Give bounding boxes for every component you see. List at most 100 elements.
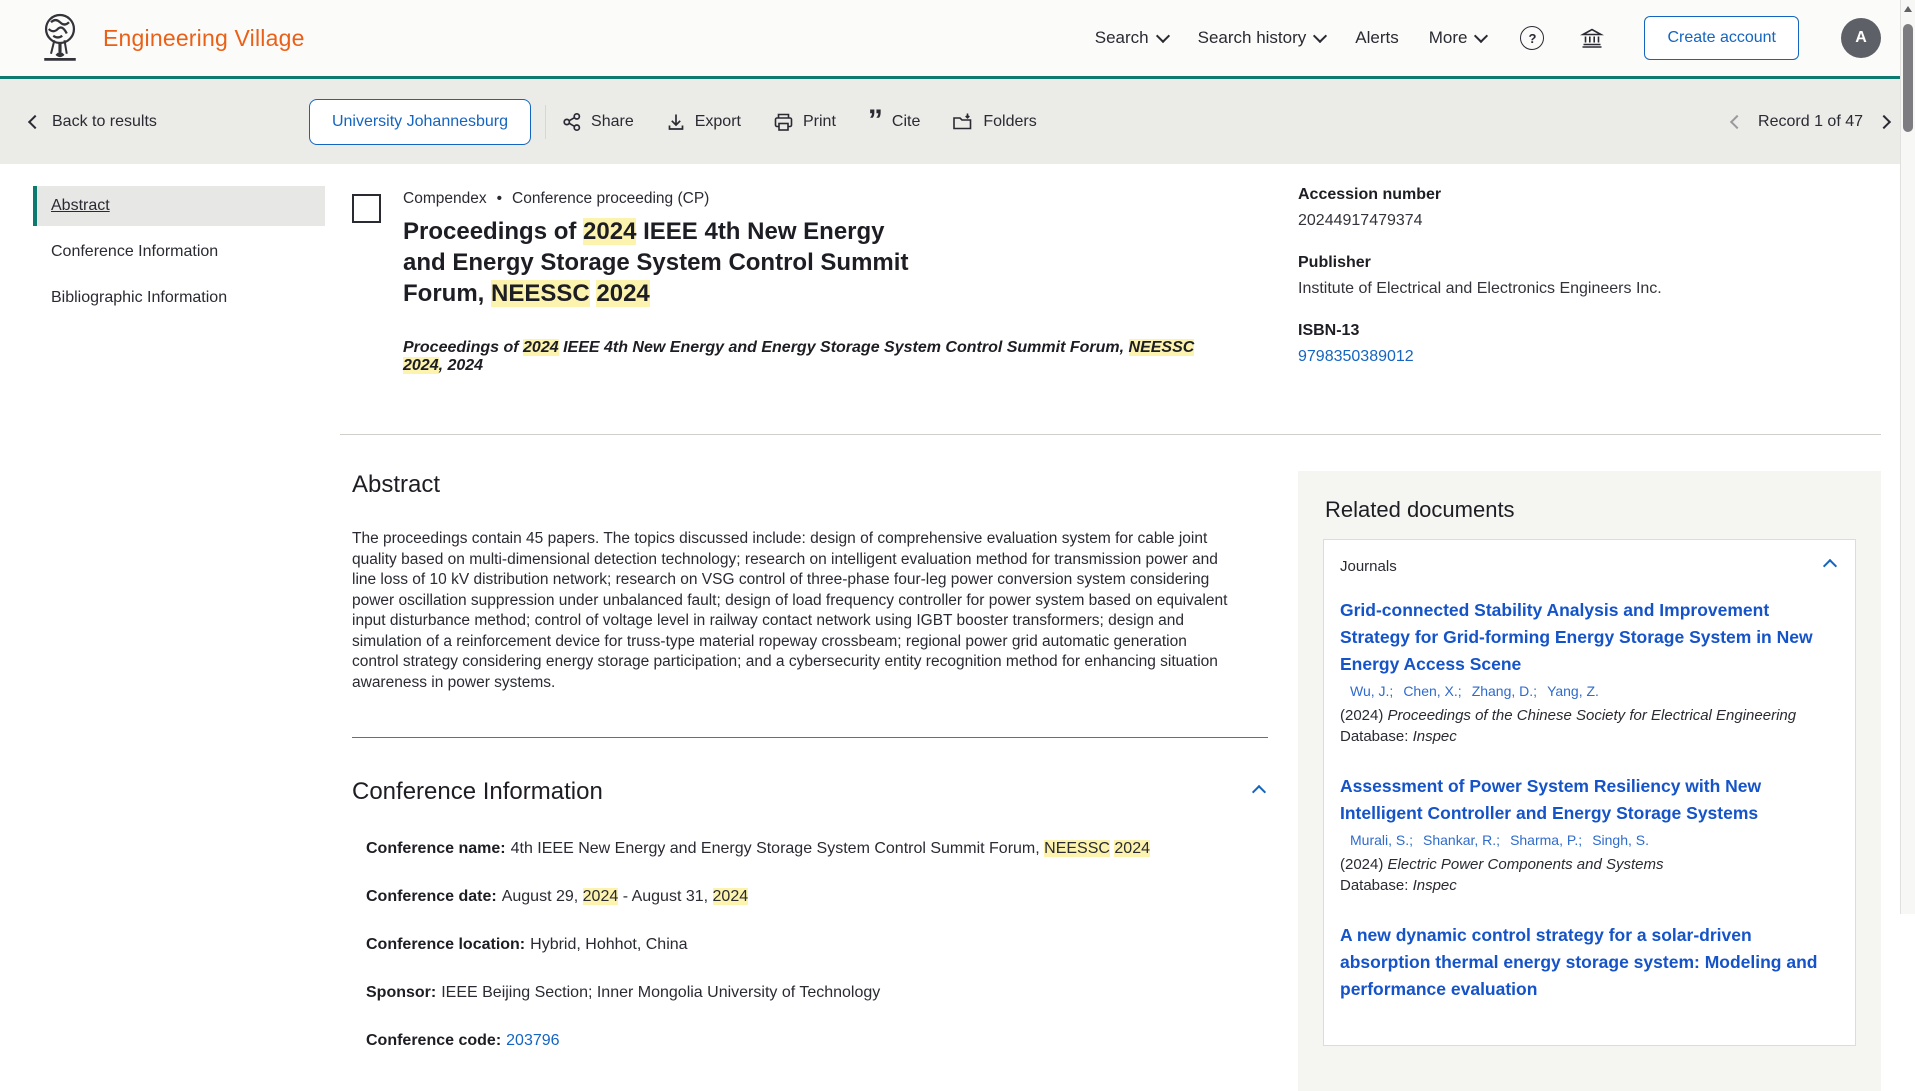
field-value: IEEE Beijing Section; Inner Mongolia Uni… <box>441 984 880 1001</box>
meta-accession-number: Accession number 20244917479374 <box>1298 186 1881 230</box>
abstract-text: The proceedings contain 45 papers. The t… <box>352 529 1237 693</box>
related-document-source: (2024) Proceedings of the Chinese Societ… <box>1340 705 1839 747</box>
collapse-section-button[interactable] <box>1250 779 1268 806</box>
toolbar-actions: Share Export Print ” Cite <box>562 112 1037 132</box>
divider <box>352 737 1268 738</box>
share-button[interactable]: Share <box>562 112 634 132</box>
author-link[interactable]: Wu, J.; <box>1350 683 1393 699</box>
sidebar-item-label: Bibliographic Information <box>51 289 227 306</box>
record-pagination: Record 1 of 47 <box>1732 113 1889 131</box>
create-account-button[interactable]: Create account <box>1644 16 1799 60</box>
scroll-up-icon[interactable] <box>1904 6 1912 12</box>
meta-value: 20244917479374 <box>1298 212 1881 230</box>
conference-location-field: Conference location:Hybrid, Hohhot, Chin… <box>366 936 1268 954</box>
folders-label: Folders <box>983 113 1036 131</box>
related-document: Assessment of Power System Resiliency wi… <box>1340 773 1839 896</box>
chevron-down-icon <box>1313 29 1327 43</box>
help-icon[interactable]: ? <box>1520 26 1544 50</box>
help-glyph: ? <box>1529 31 1537 46</box>
scrollbar-thumb[interactable] <box>1903 24 1913 132</box>
related-document-authors: Murali, S.; Shankar, R.; Sharma, P.; Singh,… <box>1340 832 1839 848</box>
author-link[interactable]: Shankar, R.; <box>1423 832 1500 848</box>
chevron-down-icon <box>1156 29 1170 43</box>
sidebar-item-bibliographic-information[interactable]: Bibliographic Information <box>33 278 325 318</box>
conference-name-field: Conference name:4th IEEE New Energy and … <box>366 840 1268 858</box>
sponsor-field: Sponsor: IEEE Beijing Section; Inner Mong… <box>366 984 1268 1002</box>
related-document-source: (2024) Electric Power Components and Sys… <box>1340 854 1839 896</box>
record-counter: Record 1 of 47 <box>1758 113 1863 131</box>
dot-separator: • <box>497 190 502 208</box>
meta-publisher: Publisher Institute of Electrical and El… <box>1298 254 1881 298</box>
nav-search[interactable]: Search <box>1095 28 1168 48</box>
database-name: Compendex <box>403 190 487 208</box>
chevron-up-icon <box>1252 784 1266 798</box>
next-record-icon[interactable] <box>1877 114 1891 128</box>
related-document-title-link[interactable]: A new dynamic control strategy for a sol… <box>1340 922 1839 1003</box>
folders-button[interactable]: Folders <box>952 112 1036 132</box>
meta-value: Institute of Electrical and Electronics … <box>1298 280 1881 298</box>
field-highlight: 2024 <box>1114 840 1150 857</box>
record-sections: Abstract The proceedings contain 45 pape… <box>352 471 1298 1080</box>
previous-record-icon[interactable] <box>1730 114 1744 128</box>
quote-icon: ” <box>868 114 883 130</box>
elsevier-tree-logo[interactable] <box>33 10 87 66</box>
nav-alerts[interactable]: Alerts <box>1355 28 1398 48</box>
meta-label: Accession number <box>1298 186 1881 204</box>
print-label: Print <box>803 113 836 131</box>
chevron-up-icon <box>1823 559 1837 573</box>
nav-more[interactable]: More <box>1429 28 1487 48</box>
meta-label: Publisher <box>1298 254 1881 272</box>
back-to-results-button[interactable]: Back to results <box>30 113 157 131</box>
sidebar-item-conference-information[interactable]: Conference Information <box>33 232 325 272</box>
related-document-title-link[interactable]: Grid-connected Stability Analysis and Im… <box>1340 597 1839 678</box>
nav-search-history-label: Search history <box>1198 28 1307 48</box>
title-highlight: 2024 <box>596 280 649 307</box>
cite-button[interactable]: ” Cite <box>868 113 920 131</box>
institution-access-button[interactable]: University Johannesburg <box>309 99 531 145</box>
database-label: Database: <box>1340 877 1408 894</box>
institution-icon[interactable] <box>1580 26 1604 50</box>
print-button[interactable]: Print <box>773 112 836 132</box>
collapse-journals-button[interactable] <box>1821 553 1839 579</box>
select-record-checkbox[interactable] <box>352 194 381 223</box>
vertical-scrollbar[interactable] <box>1900 0 1915 914</box>
avatar[interactable]: A <box>1841 18 1881 58</box>
field-highlight: 2024 <box>583 888 619 905</box>
author-link[interactable]: Singh, S. <box>1592 832 1649 848</box>
record-header: Compendex • Conference proceeding (CP) P… <box>352 186 1298 390</box>
record-title: Proceedings of 2024 IEEE 4th New Energy … <box>403 216 933 309</box>
nav-search-history[interactable]: Search history <box>1198 28 1326 48</box>
share-label: Share <box>591 113 634 131</box>
isbn-link[interactable]: 9798350389012 <box>1298 348 1881 366</box>
top-nav: Search Search history Alerts More ? Crea… <box>1095 16 1881 60</box>
author-link[interactable]: Murali, S.; <box>1350 832 1413 848</box>
author-link[interactable]: Sharma, P.; <box>1510 832 1582 848</box>
author-link[interactable]: Yang, Z. <box>1547 683 1599 699</box>
source-year: (2024) <box>1340 707 1383 724</box>
folder-icon <box>952 112 974 132</box>
brand-title: Engineering Village <box>103 25 305 52</box>
related-document-title-link[interactable]: Assessment of Power System Resiliency wi… <box>1340 773 1839 827</box>
record-content: Abstract Conference Information Bibliogr… <box>0 164 1915 1091</box>
record-type-row: Compendex • Conference proceeding (CP) <box>403 190 1213 208</box>
sidebar-item-abstract[interactable]: Abstract <box>33 186 325 226</box>
nav-alerts-label: Alerts <box>1355 28 1398 48</box>
avatar-initial: A <box>1855 29 1867 47</box>
citation-text: , 2024 <box>439 357 483 374</box>
field-label: Sponsor: <box>366 984 436 1001</box>
chevron-down-icon <box>1474 29 1488 43</box>
share-icon <box>562 112 582 132</box>
citation-highlight: 2024 <box>403 357 439 374</box>
conference-code-link[interactable]: 203796 <box>506 1032 559 1049</box>
related-documents-panel: Related documents Journals Grid-connecte… <box>1298 471 1881 1091</box>
meta-isbn13: ISBN-13 9798350389012 <box>1298 322 1881 366</box>
related-documents-heading: Related documents <box>1325 497 1856 523</box>
source-year: (2024) <box>1340 856 1383 873</box>
export-button[interactable]: Export <box>666 112 741 132</box>
title-highlight: NEESSC <box>491 280 590 307</box>
author-link[interactable]: Chen, X.; <box>1403 683 1461 699</box>
field-value: - August 31, <box>618 888 712 905</box>
record-header-row: Compendex • Conference proceeding (CP) P… <box>352 186 1881 390</box>
back-to-results-label: Back to results <box>52 113 157 131</box>
author-link[interactable]: Zhang, D.; <box>1472 683 1537 699</box>
